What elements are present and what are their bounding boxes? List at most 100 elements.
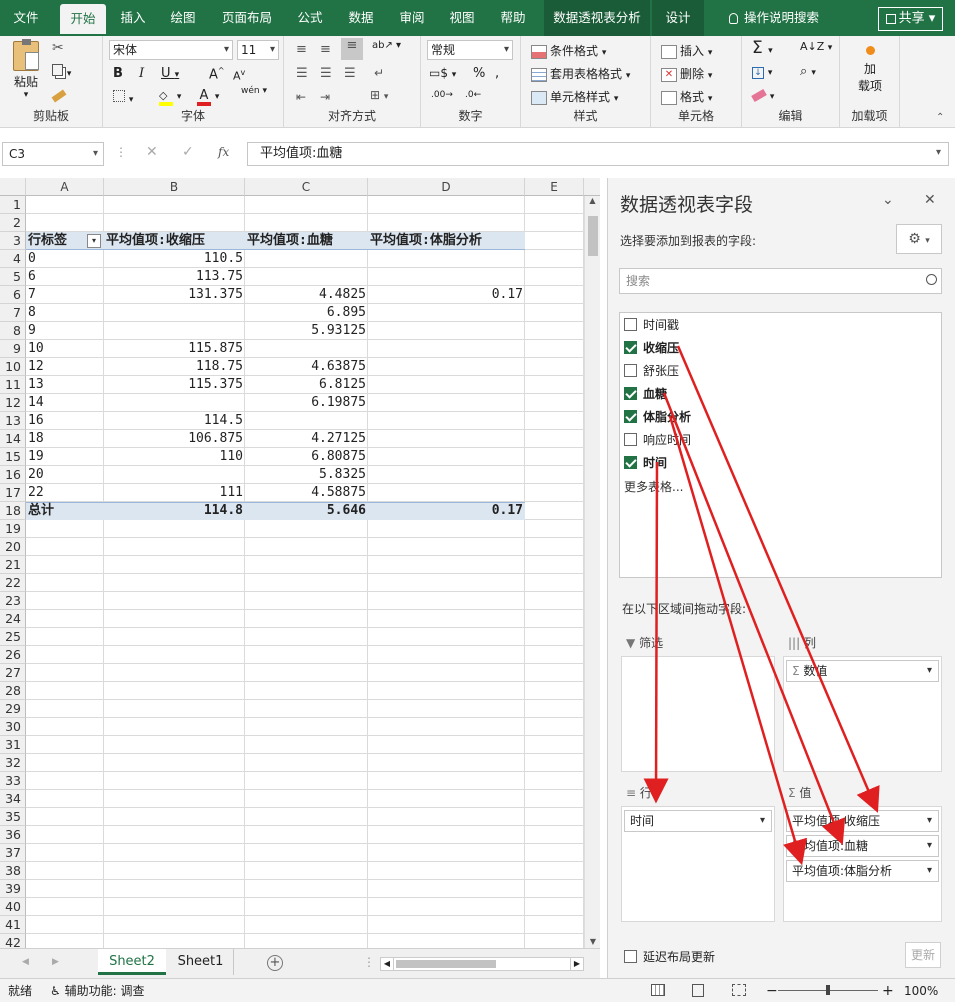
align-middle-icon[interactable]: ≡ [320, 42, 331, 57]
pivot-grand-total-value[interactable]: 114.8 [106, 502, 243, 520]
field-item[interactable]: 舒张压 [624, 361, 679, 381]
row-header[interactable]: 32 [0, 754, 26, 772]
row-header[interactable]: 9 [0, 340, 26, 358]
pivot-row-label[interactable]: 7 [28, 286, 102, 304]
percent-icon[interactable]: % [473, 66, 485, 81]
field-checkbox[interactable] [624, 318, 637, 331]
collapse-ribbon-icon[interactable]: ⌃ [936, 112, 944, 123]
pivot-value-cell[interactable] [370, 484, 523, 502]
pivot-row-label[interactable]: 13 [28, 376, 102, 394]
scroll-thumb[interactable] [588, 216, 598, 256]
pivot-value-cell[interactable] [370, 268, 523, 286]
underline-button[interactable]: U ▾ [161, 66, 179, 81]
insert-cells-button[interactable]: 插入 ▾ [661, 42, 712, 59]
increase-decimal-icon[interactable]: .00→ [431, 90, 453, 100]
phonetic-button[interactable]: wén ▾ [241, 86, 267, 96]
field-item[interactable]: 响应时间 [624, 430, 691, 450]
pivot-value-cell[interactable] [370, 448, 523, 466]
row-header[interactable]: 20 [0, 538, 26, 556]
column-header-b[interactable]: B [104, 178, 245, 196]
pivot-value-cell[interactable] [247, 250, 366, 268]
increase-font-button[interactable]: A^ [209, 66, 225, 82]
copy-button[interactable]: ▾ [52, 64, 71, 79]
column-header-a[interactable]: A [26, 178, 104, 196]
align-left-icon[interactable]: ☰ [296, 66, 308, 81]
pivot-value-cell[interactable]: 118.75 [106, 358, 243, 376]
select-all-corner[interactable] [0, 178, 26, 196]
pivot-value-cell[interactable]: 115.375 [106, 376, 243, 394]
tab-view[interactable]: 视图 [442, 0, 482, 36]
values-item-glucose[interactable]: 平均值项:血糖 [786, 835, 939, 857]
tab-insert[interactable]: 插入 [112, 0, 154, 36]
row-header[interactable]: 13 [0, 412, 26, 430]
horizontal-scrollbar[interactable]: ◀ ▶ [380, 957, 584, 971]
row-header[interactable]: 38 [0, 862, 26, 880]
pivot-row-label[interactable]: 9 [28, 322, 102, 340]
decrease-font-button[interactable]: Av [233, 68, 245, 83]
row-header[interactable]: 31 [0, 736, 26, 754]
cell-styles-button[interactable]: 单元格样式 ▾ [531, 88, 618, 105]
pivot-row-label[interactable]: 12 [28, 358, 102, 376]
accessibility-status[interactable]: ♿ 辅助功能: 调查 [50, 979, 144, 1003]
normal-view-icon[interactable] [651, 984, 665, 996]
field-item[interactable]: 收缩压 [624, 338, 679, 358]
pivot-value-cell[interactable]: 110 [106, 448, 243, 466]
values-item-bodyfat[interactable]: 平均值项:体脂分析 [786, 860, 939, 882]
increase-indent-icon[interactable]: ⇥ [320, 90, 330, 104]
page-layout-view-icon[interactable] [692, 984, 704, 997]
sort-filter-icon[interactable]: A↓Z ▾ [800, 40, 832, 53]
field-checkbox[interactable] [624, 364, 637, 377]
align-center-icon[interactable]: ☰ [320, 66, 332, 81]
expand-formula-icon[interactable]: ▾ [936, 147, 941, 158]
pivot-row-label[interactable]: 16 [28, 412, 102, 430]
row-header[interactable]: 1 [0, 196, 26, 214]
row-labels-filter-icon[interactable]: ▾ [87, 234, 101, 248]
row-header[interactable]: 40 [0, 898, 26, 916]
hscroll-right-icon[interactable]: ▶ [570, 958, 583, 970]
comma-style-icon[interactable]: , [495, 66, 499, 81]
prev-sheet-icon[interactable]: ◀ [22, 957, 29, 967]
row-header[interactable]: 33 [0, 772, 26, 790]
field-checkbox[interactable] [624, 341, 637, 354]
bold-button[interactable]: B [113, 66, 123, 81]
tab-review[interactable]: 审阅 [392, 0, 432, 36]
pivot-value-cell[interactable]: 115.875 [106, 340, 243, 358]
row-header[interactable]: 7 [0, 304, 26, 322]
more-tables-link[interactable]: 更多表格... [624, 477, 683, 497]
page-break-view-icon[interactable] [732, 984, 746, 996]
rows-item-time[interactable]: 时间 [624, 810, 772, 832]
tab-design[interactable]: 设计 [652, 0, 704, 36]
row-header[interactable]: 15 [0, 448, 26, 466]
pivot-row-label[interactable]: 22 [28, 484, 102, 502]
row-header[interactable]: 39 [0, 880, 26, 898]
clear-icon[interactable]: ▾ [751, 88, 774, 103]
row-header[interactable]: 19 [0, 520, 26, 538]
pivot-row-label[interactable]: 14 [28, 394, 102, 412]
pivot-value-cell[interactable]: 6.19875 [247, 394, 366, 412]
pivot-value-cell[interactable] [106, 304, 243, 322]
zoom-out-icon[interactable]: − [766, 979, 778, 1003]
tab-data[interactable]: 数据 [340, 0, 382, 36]
format-cells-button[interactable]: 格式 ▾ [661, 88, 712, 105]
tab-pivot-analyze[interactable]: 数据透视表分析 [544, 0, 650, 36]
font-size-combo[interactable]: 11 [237, 40, 279, 60]
pivot-value-cell[interactable]: 106.875 [106, 430, 243, 448]
formula-input[interactable]: 平均值项:血糖 [247, 142, 949, 166]
format-as-table-button[interactable]: 套用表格格式 ▾ [531, 65, 630, 82]
row-header[interactable]: 42 [0, 934, 26, 948]
tab-formulas[interactable]: 公式 [290, 0, 330, 36]
field-item[interactable]: 时间 [624, 453, 667, 473]
row-header[interactable]: 17 [0, 484, 26, 502]
row-header[interactable]: 8 [0, 322, 26, 340]
pivot-header-cell[interactable]: 平均值项:收缩压 [106, 232, 243, 250]
pivot-value-cell[interactable]: 6.8125 [247, 376, 366, 394]
font-name-combo[interactable]: 宋体 [109, 40, 233, 60]
insert-function-icon[interactable]: fx [218, 145, 229, 159]
pivot-value-cell[interactable] [106, 394, 243, 412]
row-header[interactable]: 5 [0, 268, 26, 286]
pivot-value-cell[interactable]: 111 [106, 484, 243, 502]
sheet-tab-sheet1[interactable]: Sheet1 [168, 949, 234, 975]
row-header[interactable]: 4 [0, 250, 26, 268]
row-header[interactable]: 26 [0, 646, 26, 664]
tell-me-search[interactable]: 操作说明搜索 [714, 0, 834, 36]
